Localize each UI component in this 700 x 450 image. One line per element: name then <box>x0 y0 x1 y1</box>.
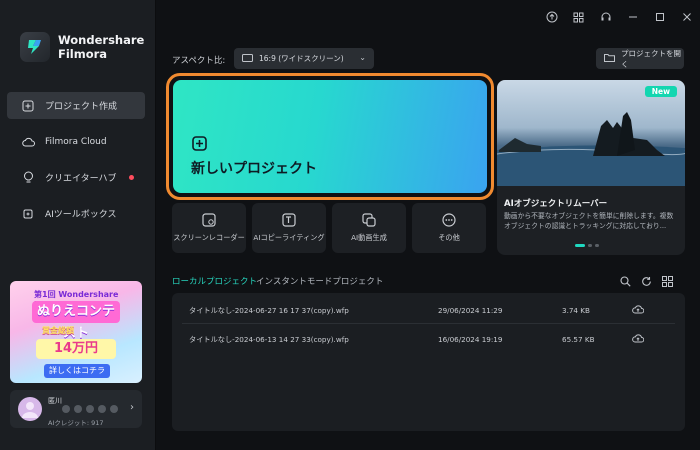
user-badges <box>62 405 118 413</box>
ai-toolbox-icon <box>21 207 35 221</box>
upload-icon[interactable] <box>538 6 565 28</box>
project-size: 3.74 KB <box>562 306 590 315</box>
promo-title: AIオブジェクトリムーバー <box>504 199 608 209</box>
tool-label: AI動画生成 <box>351 233 387 242</box>
grid-view-icon[interactable] <box>662 272 673 291</box>
user-panel[interactable]: 匿川 AIクレジット: 917 › <box>10 390 142 428</box>
contest-banner[interactable]: 第1回 Wondershare Filmora ぬりえコンテスト 賞金総額 14… <box>10 281 142 383</box>
project-date: 16/06/2024 19:19 <box>438 335 503 344</box>
promo-description: 動画から不要なオブジェクトを簡単に削除します。複数オブジェクトの認識とトラッキン… <box>504 212 674 230</box>
table-row[interactable]: タイトルなし-2024-06-27 16 17 37(copy).wfp 29/… <box>172 296 685 324</box>
app-name-line2: Filmora <box>58 47 108 61</box>
cloud-upload-icon[interactable] <box>632 304 645 316</box>
chevron-right-icon: › <box>130 402 134 413</box>
new-project-card[interactable]: 新しいプロジェクト <box>173 80 487 193</box>
sidebar-item-filmora-cloud[interactable]: Filmora Cloud <box>7 128 145 155</box>
plus-icon <box>192 136 207 155</box>
more-tools-button[interactable]: その他 <box>412 203 486 253</box>
cloud-upload-icon[interactable] <box>632 333 645 345</box>
project-date: 29/06/2024 11:29 <box>438 306 503 315</box>
tab-instant-mode-projects[interactable]: インスタントモードプロジェクト <box>256 275 383 287</box>
ai-credits: AIクレジット: 917 <box>48 419 104 427</box>
tool-label: スクリーンレコーダー <box>173 233 245 242</box>
new-badge: New <box>644 86 677 97</box>
project-name: タイトルなし-2024-06-13 14 27 33(copy).wfp <box>189 335 349 344</box>
banner-line4: 14万円 <box>36 339 116 359</box>
notification-dot <box>129 175 134 180</box>
sidebar-item-ai-toolbox[interactable]: AIツールボックス <box>7 200 145 227</box>
minimize-icon[interactable] <box>619 6 646 28</box>
ai-video-icon <box>361 212 377 228</box>
sidebar-item-label: AIツールボックス <box>45 210 117 220</box>
more-icon <box>441 212 457 228</box>
tab-local-projects[interactable]: ローカルプロジェクト <box>172 275 257 287</box>
lightbulb-icon <box>21 171 35 185</box>
project-list: タイトルなし-2024-06-27 16 17 37(copy).wfp 29/… <box>172 293 685 431</box>
window-controls <box>538 6 700 28</box>
ai-video-generation-button[interactable]: AI動画生成 <box>332 203 406 253</box>
banner-line5: 詳しくはコチラ <box>44 364 110 378</box>
sidebar-item-label: プロジェクト作成 <box>45 102 118 112</box>
sidebar-item-label: Filmora Cloud <box>45 136 107 147</box>
sidebar-nav: プロジェクト作成 Filmora Cloud クリエイターハブ AIツールボック… <box>7 92 145 236</box>
ai-copywriting-button[interactable]: AIコピーライティング <box>252 203 326 253</box>
carousel-dots[interactable] <box>575 244 599 247</box>
feature-promo-card[interactable]: New AIオブジェクトリムーバー 動画から不要なオブジェクトを簡単に削除します… <box>497 80 685 255</box>
ai-copywriting-icon <box>281 212 297 228</box>
banner-line2: ぬりえコンテスト <box>32 301 120 341</box>
app-name-line1: Wondershare <box>58 33 145 47</box>
folder-icon <box>604 53 615 64</box>
sidebar-item-label: クリエイターハブ <box>45 174 117 184</box>
tool-label: AIコピーライティング <box>253 233 325 242</box>
project-size: 65.57 KB <box>562 335 595 344</box>
app-logo: Wondershare Filmora <box>20 32 144 62</box>
grid-icon[interactable] <box>565 6 592 28</box>
carousel-dot[interactable] <box>595 244 599 247</box>
carousel-dot[interactable] <box>588 244 592 247</box>
aspect-ratio-dropdown[interactable]: 16:9 (ワイドスクリーン) ⌄ <box>234 48 374 69</box>
project-name: タイトルなし-2024-06-27 16 17 37(copy).wfp <box>189 306 349 315</box>
screen-recorder-icon <box>201 212 217 228</box>
search-icon[interactable] <box>620 272 631 291</box>
cloud-icon <box>21 135 35 149</box>
table-row[interactable]: タイトルなし-2024-06-13 14 27 33(copy).wfp 16/… <box>172 325 685 353</box>
avatar <box>18 397 42 421</box>
banner-line3: 賞金総額 <box>42 326 74 335</box>
screen-icon <box>242 53 253 64</box>
aspect-ratio-value: 16:9 (ワイドスクリーン) <box>259 54 344 63</box>
open-project-label: プロジェクトを開く <box>621 48 681 69</box>
new-project-highlight: 新しいプロジェクト <box>166 73 494 200</box>
filmora-logo-icon <box>20 32 50 62</box>
new-project-icon <box>21 99 35 113</box>
sidebar: Wondershare Filmora プロジェクト作成 Filmora Clo… <box>0 0 156 450</box>
chevron-down-icon: ⌄ <box>359 53 366 62</box>
open-project-button[interactable]: プロジェクトを開く <box>596 48 684 69</box>
maximize-icon[interactable] <box>646 6 673 28</box>
tool-label: その他 <box>438 233 460 242</box>
carousel-dot[interactable] <box>575 244 585 247</box>
sidebar-item-new-project[interactable]: プロジェクト作成 <box>7 92 145 119</box>
sidebar-item-creator-hub[interactable]: クリエイターハブ <box>7 164 145 191</box>
refresh-icon[interactable] <box>641 272 652 291</box>
aspect-ratio-label: アスペクト比: <box>172 56 226 66</box>
close-icon[interactable] <box>673 6 700 28</box>
list-toolbar <box>620 272 673 291</box>
screen-recorder-button[interactable]: スクリーンレコーダー <box>172 203 246 253</box>
headset-icon[interactable] <box>592 6 619 28</box>
promo-image: New <box>497 80 685 186</box>
user-name: 匿川 <box>48 397 62 405</box>
new-project-label: 新しいプロジェクト <box>191 161 317 177</box>
